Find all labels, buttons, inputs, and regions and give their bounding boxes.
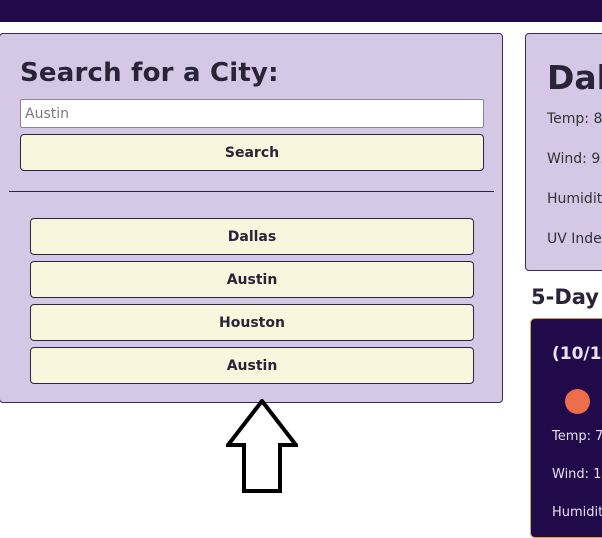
- city-search-input[interactable]: [20, 99, 484, 128]
- search-title: Search for a City:: [20, 58, 279, 88]
- forecast-card: (10/15 Temp: 7 Wind: 1 Humidit: [530, 318, 602, 538]
- forecast-wind: Wind: 1: [552, 467, 602, 482]
- current-uv-index: UV Inde: [547, 231, 602, 247]
- up-arrow-icon: [226, 399, 298, 493]
- search-history-list: Dallas Austin Houston Austin: [30, 218, 474, 390]
- history-item-houston[interactable]: Houston: [30, 304, 474, 341]
- current-city-name: Dall: [547, 58, 602, 97]
- sun-icon: [565, 389, 590, 414]
- history-item-dallas[interactable]: Dallas: [30, 218, 474, 255]
- current-humidity: Humidit: [547, 191, 602, 207]
- current-weather-panel: Dall Temp: 8 Wind: 9. Humidit UV Inde: [525, 33, 602, 271]
- forecast-temp: Temp: 7: [552, 429, 602, 444]
- divider: [9, 191, 494, 192]
- current-wind: Wind: 9.: [547, 151, 602, 167]
- current-temp: Temp: 8: [547, 111, 602, 127]
- top-nav-bar: [0, 0, 602, 22]
- search-panel: Search for a City: Search Dallas Austin …: [0, 33, 503, 403]
- forecast-heading: 5-Day: [531, 285, 599, 309]
- history-item-austin-2[interactable]: Austin: [30, 347, 474, 384]
- forecast-date: (10/15: [552, 344, 602, 364]
- forecast-humidity: Humidit: [552, 505, 602, 520]
- history-item-austin[interactable]: Austin: [30, 261, 474, 298]
- search-button[interactable]: Search: [20, 134, 484, 171]
